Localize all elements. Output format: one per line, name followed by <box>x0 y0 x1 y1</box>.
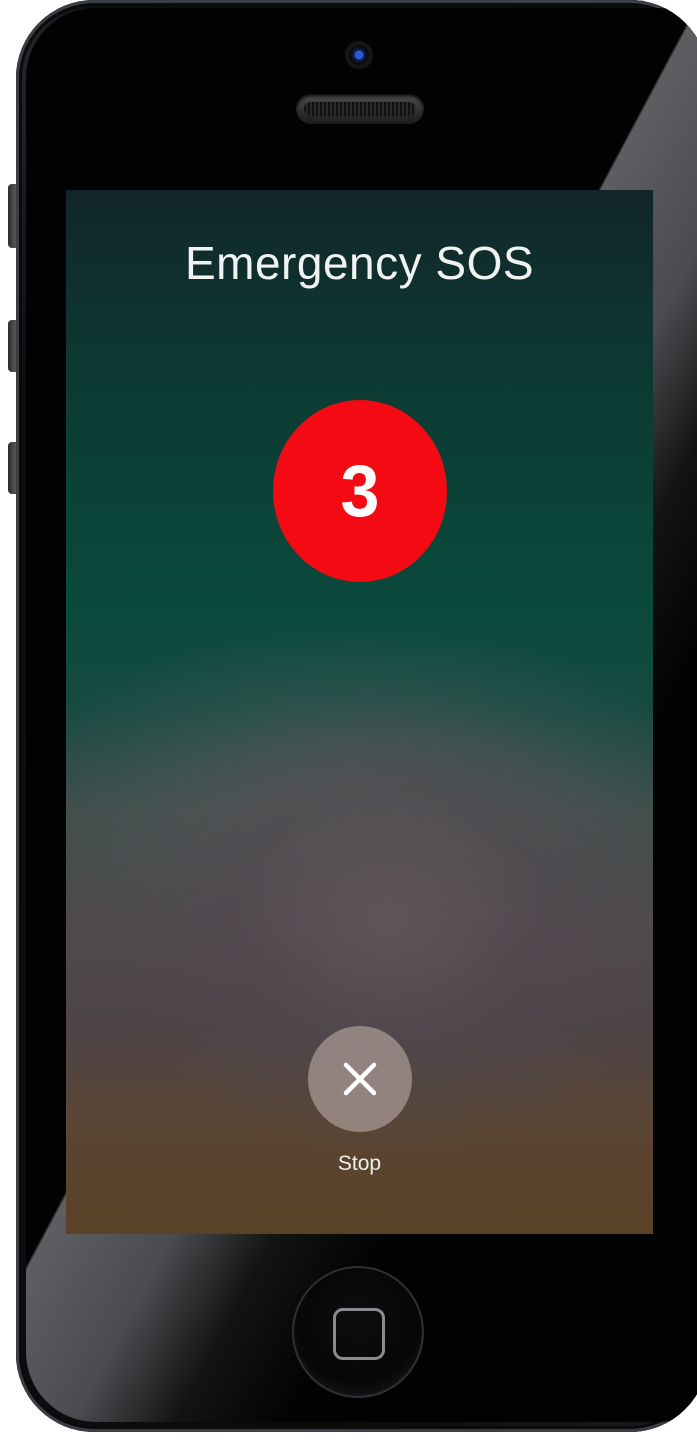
close-x-icon <box>343 1062 377 1096</box>
earpiece-speaker <box>296 94 424 124</box>
countdown-badge: 3 <box>273 400 447 582</box>
home-button[interactable] <box>292 1266 424 1398</box>
emergency-sos-title: Emergency SOS <box>184 237 535 289</box>
front-camera <box>344 40 374 70</box>
phone-mockup: Emergency SOS 3 Stop <box>0 0 697 1440</box>
stop-button[interactable] <box>308 1026 412 1132</box>
home-square-icon <box>333 1308 385 1360</box>
countdown-number: 3 <box>340 450 380 532</box>
stop-label: Stop <box>337 1152 382 1175</box>
phone-screen: Emergency SOS 3 Stop <box>66 190 653 1234</box>
